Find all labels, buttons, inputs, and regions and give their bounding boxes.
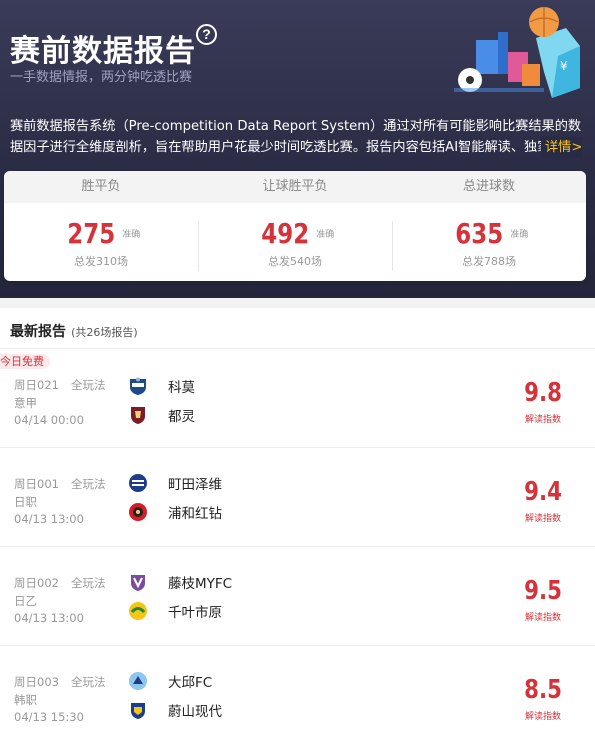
away-team-name: 千叶市原 [168,605,222,621]
help-icon[interactable]: ? [196,24,217,45]
stat-label-1x2: 胜平负 [81,179,121,194]
home-team-name: 町田泽维 [168,477,222,493]
match-meta: 周日002 全玩法 日乙 [14,574,105,610]
match-time: 04/14 00:00 [14,413,84,427]
index-score: 9.5 [524,576,562,606]
fujieda-crest-icon [131,575,145,591]
stat-label-total-goals: 总进球数 [462,179,515,194]
stat-total: 总发310场 [74,255,128,268]
home-team: 藤枝MYFC [128,572,232,592]
play-type: 全玩法 [70,378,106,392]
match-time: 04/13 15:30 [14,710,84,724]
match-report-row[interactable]: 周日003 全玩法 韩职 04/13 15:30 大邱FC 蔚山现代 8.5 解读… [0,647,595,729]
away-team: 浦和红钻 [128,502,222,522]
index-score: 9.4 [524,477,562,507]
home-team-name: 藤枝MYFC [168,576,233,592]
league-name: 韩职 [14,693,37,707]
data-report-illustration-icon: ¥ [454,7,580,98]
ulsan-crest-icon [131,703,145,719]
stat-value: 492 [261,217,309,250]
page-title: 赛前数据报告 [10,34,196,69]
chiba-crest-icon [129,602,147,620]
home-team: 大邱FC [128,671,212,691]
play-type: 全玩法 [70,576,106,590]
match-report-row[interactable]: 周日002 全玩法 日乙 04/13 13:00 藤枝MYFC 千叶市原 9.5 … [0,548,595,646]
match-code: 周日001 [14,477,59,491]
accuracy-stats-card: 胜平负 让球胜平负 总进球数 275 准确 总发310场 492 准确 总发540场… [4,171,586,281]
free-today-badge: 今日免费 [0,354,50,369]
match-time: 04/13 13:00 [14,611,84,625]
match-code: 周日002 [14,576,59,590]
match-report-row[interactable]: 今日免费 周日021 全玩法 意甲 04/14 00:00 科莫 都灵 9.8 解… [0,350,595,448]
home-team: 町田泽维 [128,473,222,493]
stats-header: 胜平负 让球胜平负 总进球数 [4,171,586,203]
report-description: 赛前数据报告系统（Pre-competition Data Report Sys… [10,119,582,155]
match-meta: 周日003 全玩法 韩职 [14,673,105,709]
header-divider [0,348,595,349]
stat-label-handicap: 让球胜平负 [262,179,328,194]
home-team: 科莫 [128,376,195,396]
section-divider [0,298,595,308]
match-meta: 周日001 全玩法 日职 [14,475,105,511]
stat-unit: 准确 [510,230,529,240]
away-team-name: 浦和红钻 [168,506,222,522]
stat-handicap: 492 准确 总发540场 [198,203,392,281]
match-code: 周日021 [14,378,59,392]
play-type: 全玩法 [70,477,106,491]
report-count: (共26场报告) [71,326,138,339]
away-team: 都灵 [128,405,195,425]
match-code: 周日003 [14,675,59,689]
away-team: 蔚山现代 [128,700,222,720]
index-label: 解读指数 [524,613,561,623]
play-type: 全玩法 [70,675,106,689]
svg-text:¥: ¥ [560,59,568,73]
index-score: 8.5 [524,675,562,705]
index-label: 解读指数 [524,514,561,524]
stat-unit: 准确 [122,230,141,240]
match-time: 04/13 13:00 [14,512,84,526]
stat-total: 总发540场 [268,255,322,268]
stat-value: 635 [455,217,503,250]
away-team: 千叶市原 [128,601,222,621]
index-label: 解读指数 [524,415,561,425]
machida-crest-icon [129,474,147,492]
torino-crest-icon [131,407,145,424]
section-title: 最新报告 [10,324,66,340]
urawa-crest-icon [129,503,147,521]
stat-total-goals: 635 准确 总发788场 [392,203,586,281]
stat-total: 总发788场 [462,255,516,268]
index-label: 解读指数 [524,712,561,722]
league-name: 日职 [14,495,37,509]
league-name: 日乙 [14,594,37,608]
away-team-name: 蔚山现代 [168,704,222,720]
details-link[interactable]: 详情> [541,137,583,158]
page-subtitle: 一手数据情报，两分钟吃透比赛 [10,70,193,85]
home-team-name: 大邱FC [168,675,213,691]
como-crest-icon [130,377,146,395]
home-team-name: 科莫 [168,380,195,396]
away-team-name: 都灵 [168,409,195,425]
match-meta: 周日021 全玩法 意甲 [14,376,105,412]
stat-value: 275 [67,217,115,250]
index-score: 9.8 [524,378,562,408]
latest-reports-header: 最新报告 (共26场报告) [10,321,138,341]
league-name: 意甲 [14,396,37,410]
match-report-row[interactable]: 周日001 全玩法 日职 04/13 13:00 町田泽维 浦和红钻 9.4 解读… [0,449,595,547]
stat-1x2: 275 准确 总发310场 [4,203,198,281]
daegu-crest-icon [129,672,147,690]
stat-unit: 准确 [316,230,335,240]
